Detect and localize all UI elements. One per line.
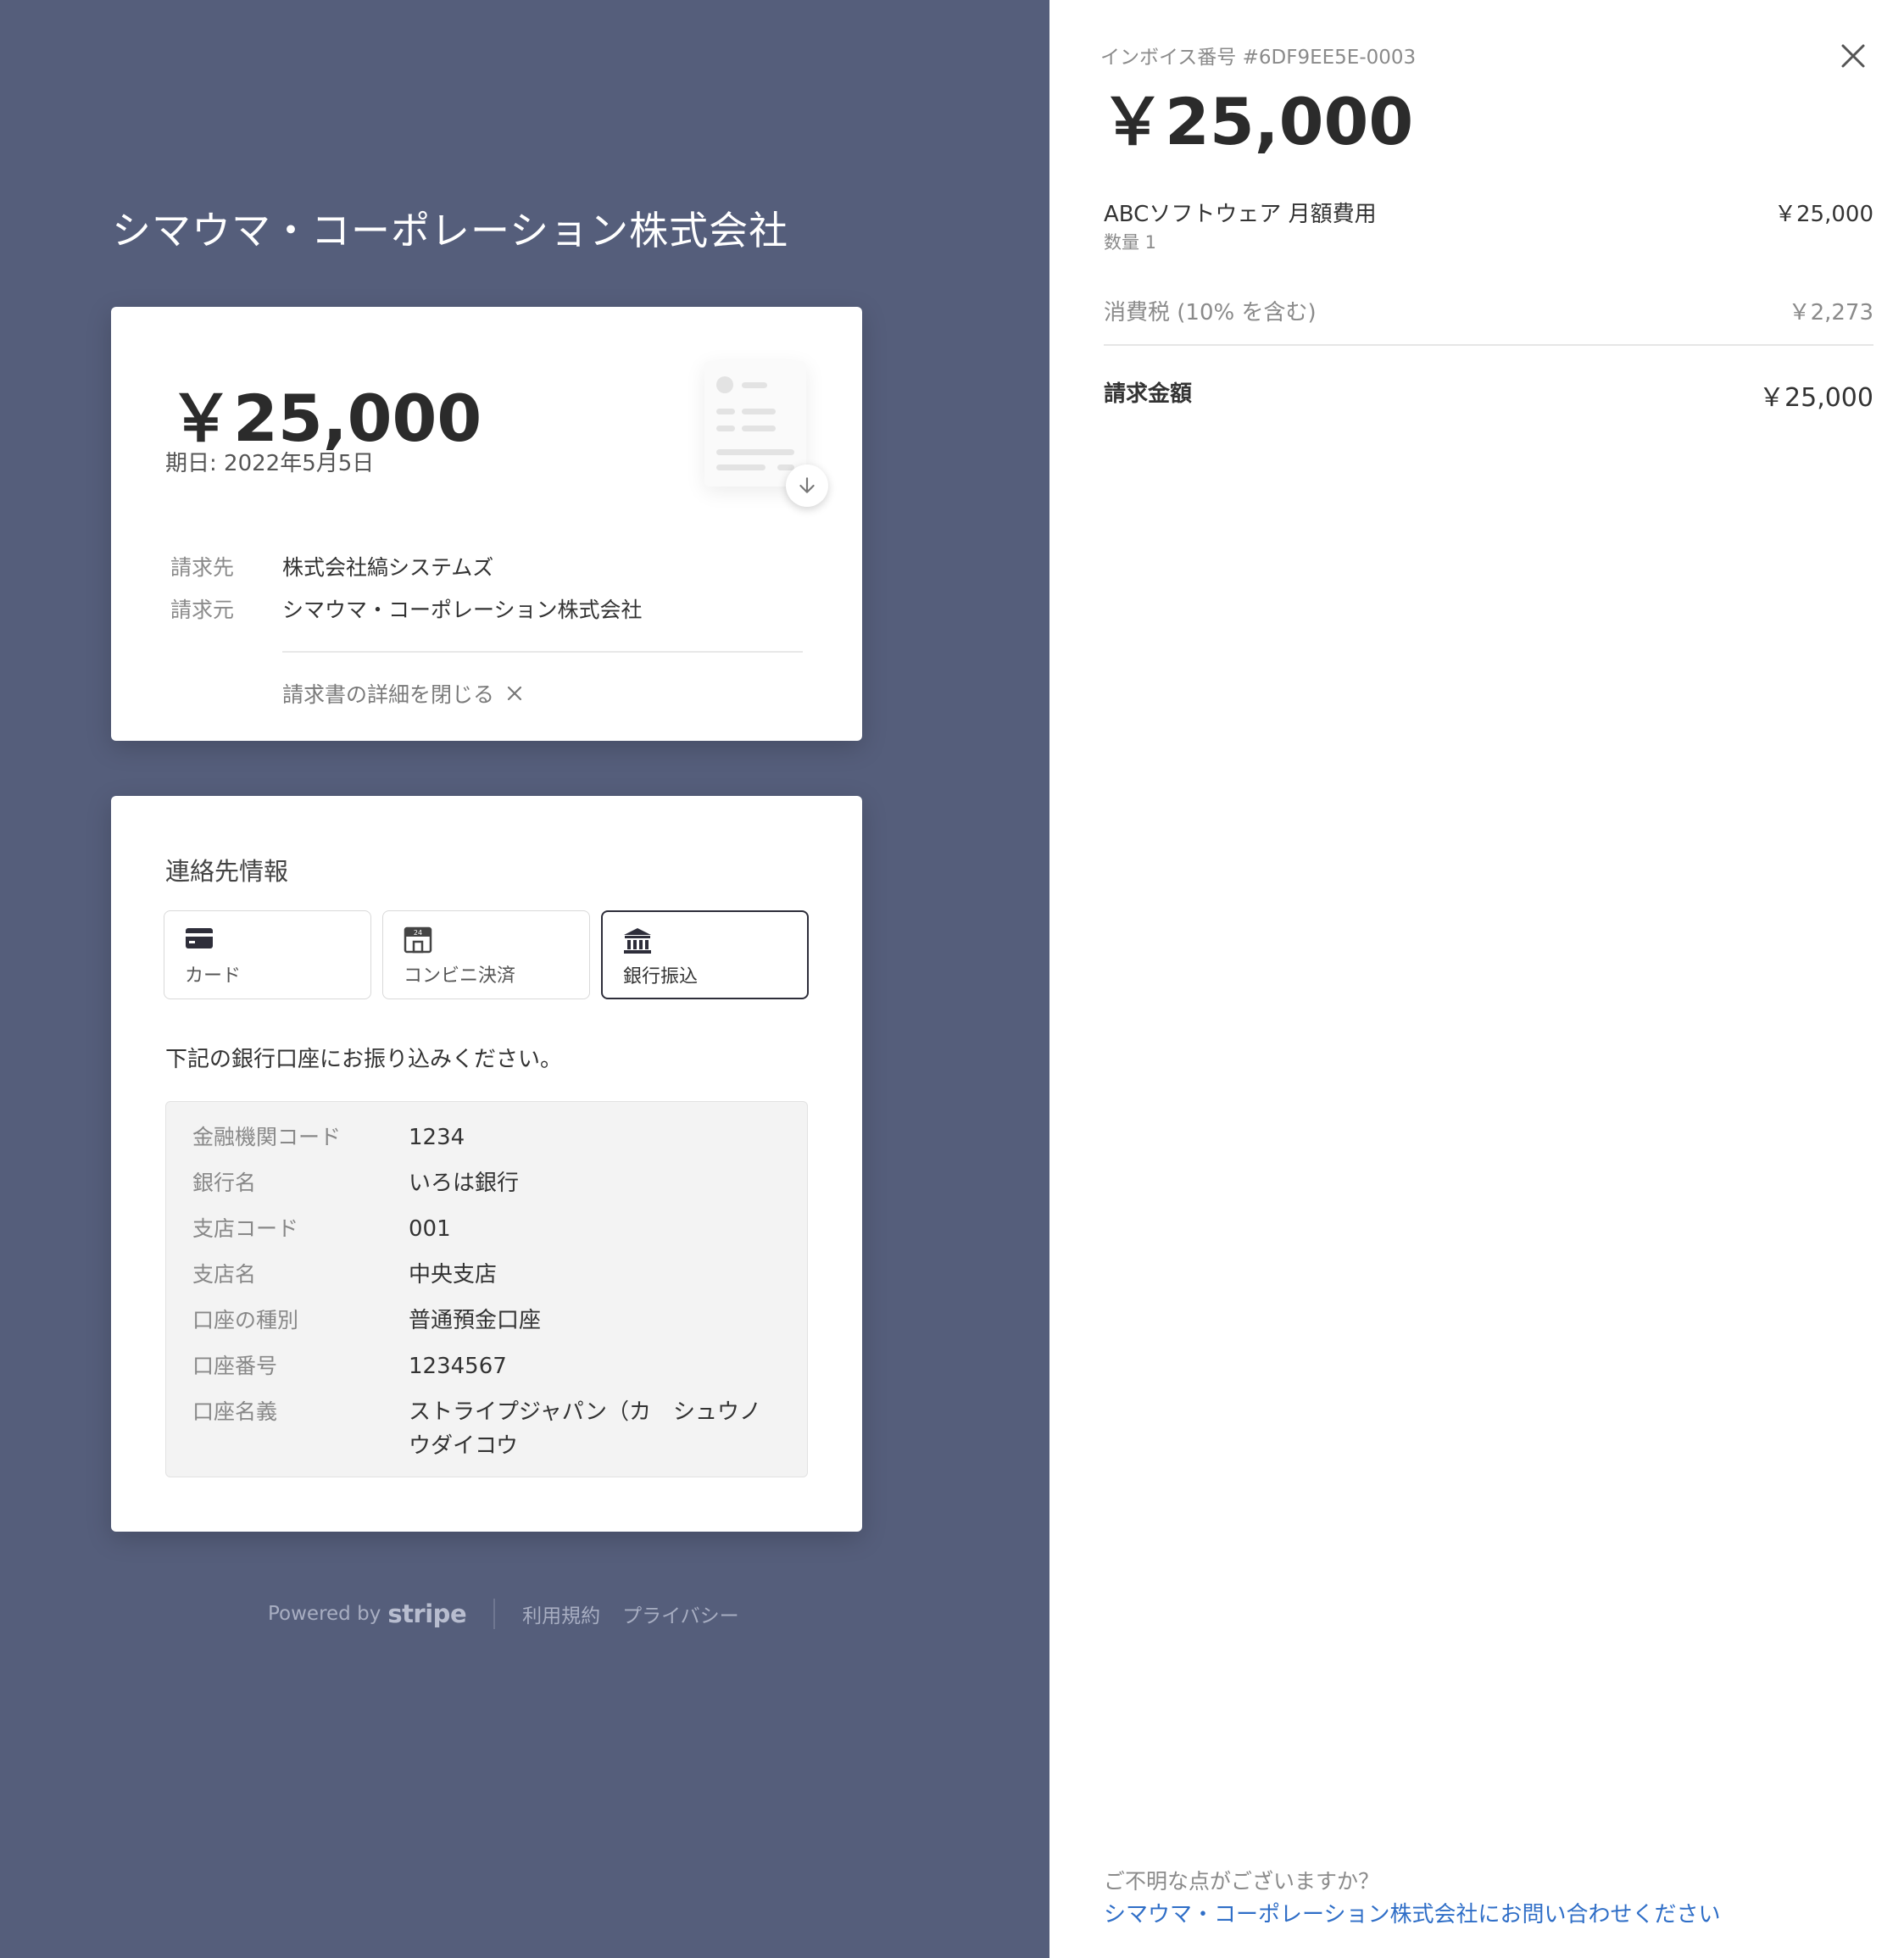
summary-divider	[282, 651, 803, 653]
bank-detail-label: 支店コード	[192, 1216, 299, 1241]
bank-detail-value: 中央支店	[409, 1262, 498, 1288]
convenience-store-icon: 24	[404, 926, 432, 954]
bank-transfer-instructions: 下記の銀行口座にお振り込みください。	[165, 1047, 563, 1072]
line-item-quantity: 数量 1	[1104, 232, 1157, 253]
contact-merchant-link[interactable]: シマウマ・コーポレーション株式会社にお問い合わせください	[1104, 1897, 1720, 1928]
bill-from-value: シマウマ・コーポレーション株式会社	[282, 598, 643, 622]
line-item-name: ABCソフトウェア 月額費用	[1104, 202, 1377, 227]
close-panel-icon[interactable]	[1838, 41, 1868, 71]
invoice-document-icon	[704, 361, 806, 487]
bank-detail-label: 支店名	[192, 1262, 257, 1287]
tax-label: 消費税 (10% を含む)	[1104, 300, 1317, 325]
payment-section-title: 連絡先情報	[165, 857, 289, 886]
total-label: 請求金額	[1104, 381, 1193, 407]
terms-link[interactable]: 利用規約	[522, 1599, 600, 1628]
bill-to-label: 請求先	[170, 555, 235, 580]
close-details-label: 請求書の詳細を閉じる	[282, 682, 495, 707]
close-invoice-details-button[interactable]: 請求書の詳細を閉じる	[282, 678, 523, 709]
bank-details-box: 金融機関コード 1234 銀行名 いろは銀行 支店コード 001 支店名 中央支…	[165, 1101, 808, 1477]
bank-detail-label: 口座の種別	[192, 1308, 299, 1332]
payment-method-label: カード	[185, 965, 242, 987]
invoice-summary-card: ￥25,000 期日: 2022年5月5日 請求先 株式会社縞システムズ 請求元…	[111, 307, 862, 741]
tax-amount: ￥2,273	[1788, 300, 1873, 325]
bank-detail-value: 1234	[409, 1125, 465, 1150]
close-icon	[507, 686, 522, 701]
bank-detail-label: 口座番号	[192, 1354, 278, 1378]
panel-amount: ￥25,000	[1100, 84, 1414, 159]
bank-detail-value: ストライプジャパン（カ シュウノウダイコウ	[409, 1399, 762, 1459]
footer: Powered by stripe 利用規約 プライバシー	[268, 1595, 739, 1633]
total-amount: ￥25,000	[1759, 383, 1873, 413]
bill-to-value: 株式会社縞システムズ	[282, 555, 494, 580]
bill-from-label: 請求元	[170, 598, 235, 622]
footer-separator	[493, 1599, 496, 1629]
download-invoice-button[interactable]	[786, 464, 828, 507]
bank-detail-value: 普通預金口座	[409, 1308, 542, 1333]
due-date: 期日: 2022年5月5日	[165, 451, 375, 476]
invoice-detail-panel: インボイス番号 #6DF9EE5E-0003 ￥25,000 ABCソフトウェア…	[1049, 0, 1904, 1958]
line-item-amount: ￥25,000	[1774, 202, 1873, 227]
help-question: ご不明な点がございますか？	[1104, 1869, 1380, 1894]
privacy-link[interactable]: プライバシー	[622, 1599, 739, 1628]
payment-method-konbini-tab[interactable]: 24 コンビニ決済	[382, 910, 590, 999]
bank-detail-value: 1234567	[409, 1354, 507, 1379]
total-divider	[1104, 344, 1873, 346]
credit-card-icon	[186, 928, 213, 948]
bank-detail-label: 銀行名	[192, 1171, 257, 1195]
bank-detail-label: 口座名義	[192, 1399, 278, 1424]
stripe-logo-link[interactable]: stripe	[387, 1599, 466, 1628]
download-arrow-icon	[799, 477, 815, 493]
bank-detail-label: 金融機関コード	[192, 1125, 342, 1149]
bank-icon	[624, 928, 651, 954]
payment-method-bank-tab[interactable]: 銀行振込	[601, 910, 809, 999]
powered-by-text: Powered by	[268, 1603, 381, 1625]
checkout-pane: シマウマ・コーポレーション株式会社 ￥25,000 期日: 2022年5月5日 …	[0, 0, 1049, 1958]
bank-detail-value: いろは銀行	[409, 1171, 520, 1196]
payment-method-label: 銀行振込	[623, 966, 699, 987]
payment-card: 連絡先情報 カード 24 コンビニ決済 銀行振込 下記の銀行口座にお振り込みくだ…	[111, 796, 862, 1532]
bank-detail-value: 001	[409, 1216, 451, 1242]
invoice-number: インボイス番号 #6DF9EE5E-0003	[1100, 47, 1417, 69]
payment-method-card-tab[interactable]: カード	[164, 910, 371, 999]
merchant-name: シマウマ・コーポレーション株式会社	[112, 208, 789, 253]
svg-text:24: 24	[414, 929, 422, 937]
payment-method-label: コンビニ決済	[404, 965, 516, 987]
